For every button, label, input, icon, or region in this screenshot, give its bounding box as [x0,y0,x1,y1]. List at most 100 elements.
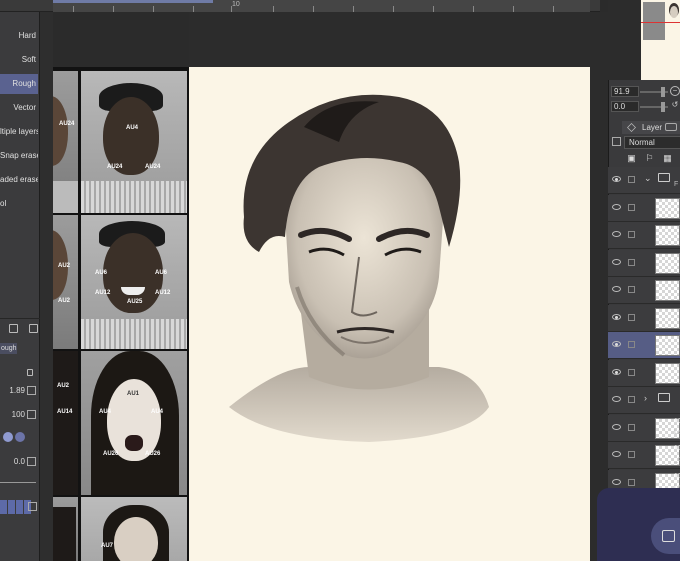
visibility-eye-icon[interactable] [612,176,621,182]
brush-tip-soft-icon[interactable] [15,432,25,442]
visibility-eye-icon[interactable] [612,203,621,210]
pen-edit-icon[interactable] [628,341,635,348]
layer-clip-icon[interactable] [612,137,621,146]
expand-icon[interactable] [28,502,37,511]
layer-lock-icon[interactable] [628,478,635,486]
layer-thumbnail [655,197,680,219]
layer-folder-row[interactable]: › [608,387,680,414]
subtool-hard[interactable]: Hard [0,26,38,46]
new-raster-layer-icon[interactable]: ▣ [627,154,636,163]
layer-lock-icon[interactable] [628,313,635,321]
trash-icon[interactable] [29,324,38,333]
visibility-eye-icon[interactable] [612,341,621,347]
calendar-icon[interactable] [662,530,675,542]
rotation-slider-knob[interactable] [661,102,665,112]
opacity-dynamics-icon[interactable] [27,410,36,419]
layer-row[interactable]: 10 _c [608,442,680,469]
visibility-eye-icon[interactable] [612,368,621,375]
zoom-slider-knob[interactable] [661,87,665,97]
hardness-value[interactable]: 0.0 [14,457,25,466]
panel-divider [0,318,40,319]
layer-row[interactable] [608,304,680,332]
layer-lock-icon[interactable] [628,258,635,266]
layer-lock-icon[interactable] [628,396,635,403]
stroke-slider[interactable] [0,482,36,483]
reference-photo: AU2 AU2 [53,215,78,349]
layer-folder-row[interactable]: ⌄ F [608,167,680,194]
layer-lock-icon[interactable] [628,423,635,431]
visibility-eye-icon[interactable] [612,396,621,402]
navigator-sketch-thumbnail [669,3,679,18]
hardness-dynamics-icon[interactable] [27,457,36,466]
layer-lock-icon[interactable] [628,286,635,293]
visibility-eye-icon[interactable] [612,451,621,457]
layer-lock-icon[interactable] [628,451,635,458]
folder-icon [658,173,670,182]
subtool-snap-eraser[interactable]: Snap eraser [0,146,38,166]
layer-panel-tab[interactable]: Layer [642,123,662,132]
layer-row[interactable] [608,249,680,277]
visibility-eye-icon[interactable] [612,258,621,265]
layer-subname: La [674,428,680,436]
layer-name: 10 [674,417,680,425]
zoom-out-icon[interactable]: − [670,86,680,96]
layer-lock-icon[interactable] [628,231,635,238]
panel-gutter [40,12,53,561]
brush-tip-icon[interactable] [3,432,13,442]
zoom-field[interactable]: 91.9 [611,86,639,97]
layer-thumbnail [655,307,680,329]
layer-subname: F [674,181,679,188]
layer-panel-menu-icon[interactable] [665,123,677,131]
subtool-soft[interactable]: Soft [0,50,38,70]
new-subtool-icon[interactable] [9,324,18,333]
folder-icon [658,393,670,402]
visibility-eye-icon[interactable] [612,286,621,292]
lock-icon[interactable] [27,369,33,376]
layer-row[interactable] [608,194,680,222]
folder-expand-chevron-icon[interactable]: › [644,393,647,403]
navigator-background [608,0,641,80]
layer-row[interactable] [608,222,680,249]
layer-lock-icon[interactable] [628,368,635,376]
blend-mode-row: Normal [610,136,680,150]
reference-photo-au6: AU6 AU6 AU12 AU12 AU25 [81,215,187,349]
opacity-value[interactable]: 100 [12,410,25,419]
visibility-eye-icon[interactable] [612,313,621,320]
reference-photo: AU24 [53,71,78,213]
layer-thumbnail [655,335,680,356]
navigator-viewport-frame[interactable] [641,22,680,23]
rotate-reset-icon[interactable]: ↺ [670,101,680,111]
subtool-rough[interactable]: Rough [0,74,38,94]
layer-row[interactable] [608,332,680,359]
layer-name: 10 [674,445,680,452]
lock-layer-icon[interactable]: ▦ [663,154,672,163]
subtool-tool[interactable]: ol [0,194,38,214]
layer-subname: _c [674,456,680,463]
visibility-eye-icon[interactable] [612,478,621,485]
reference-photo-au4: AU4 AU24 AU24 [81,71,187,213]
layer-row[interactable]: 10 La [608,414,680,442]
visibility-eye-icon[interactable] [612,231,621,237]
visibility-eye-icon[interactable] [612,423,621,430]
layer-lock-icon[interactable] [628,203,635,211]
reference-photo [53,497,78,561]
tool-property-tab[interactable]: ough [0,343,17,354]
canvas-vertical-scrollbar[interactable] [590,12,608,561]
canvas-background [189,12,590,67]
subtool-vector[interactable]: Vector [0,98,38,118]
layer-thumbnail [655,225,680,246]
layer-row[interactable] [608,277,680,304]
folder-expand-chevron-icon[interactable]: ⌄ [644,173,652,184]
ruler-selection-indicator [53,0,213,3]
brush-size-value[interactable]: 1.89 [9,386,25,395]
subtool-graded-eraser[interactable]: aded eraser [0,170,38,190]
reference-layer-icon[interactable]: ⚐ [645,154,654,163]
drawing-canvas[interactable] [189,67,590,561]
layer-row[interactable] [608,359,680,387]
brush-size-dynamics-icon[interactable] [27,386,36,395]
layer-lock-icon[interactable] [628,176,635,183]
rotation-field[interactable]: 0.0 [611,101,639,112]
layer-thumbnail [655,252,680,274]
blend-mode-select[interactable]: Normal [624,136,680,149]
subtool-multiple-layers[interactable]: ltiple layers [0,122,38,142]
